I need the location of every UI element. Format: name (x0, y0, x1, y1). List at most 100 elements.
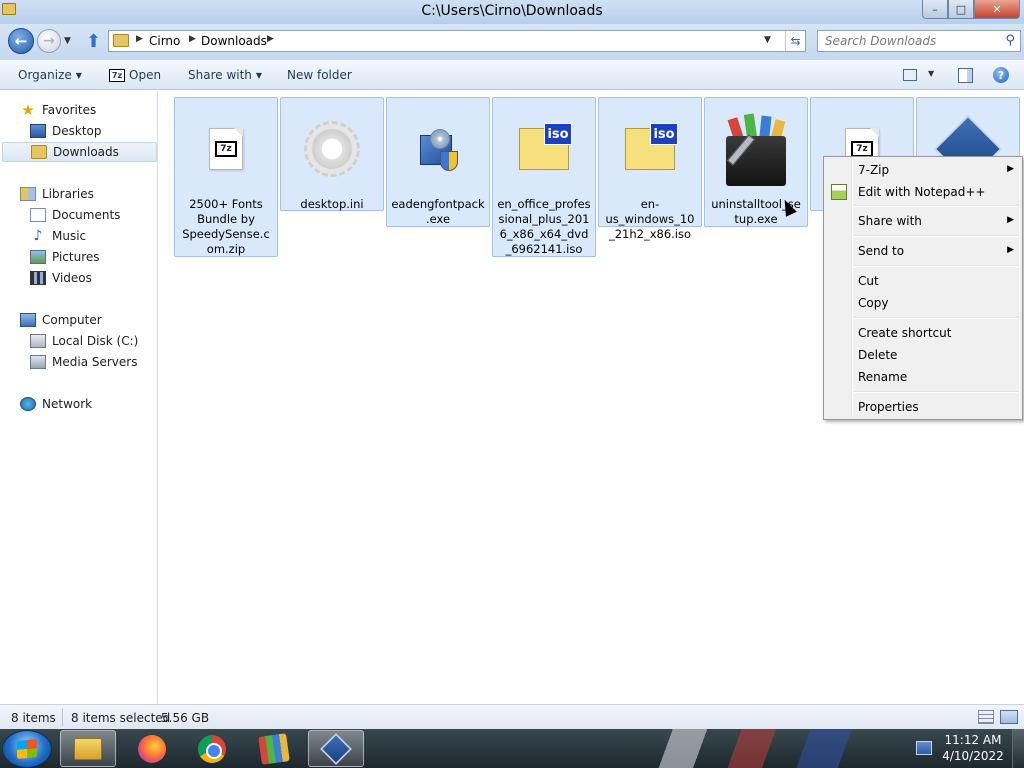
nav-favorites[interactable]: ★ Favorites (20, 100, 96, 120)
submenu-arrow-icon: ▶ (1007, 215, 1014, 225)
nav-label: Libraries (42, 187, 94, 201)
taskbar-firefox[interactable] (124, 730, 180, 767)
help-icon[interactable]: ? (993, 67, 1009, 83)
file-name: en-us_windows_10_21h2_x86.iso (605, 197, 695, 241)
refresh-button[interactable]: ⇆ (785, 31, 805, 51)
nav-computer[interactable]: Computer (20, 310, 102, 330)
navigation-pane: ★ Favorites Desktop Downloads Libraries … (0, 91, 158, 704)
nav-music[interactable]: ♪ Music (30, 226, 87, 246)
menu-item-properties[interactable]: Properties (826, 396, 1020, 418)
arrow-up-icon: ⬆ (86, 31, 102, 52)
nav-downloads[interactable]: Downloads (2, 142, 157, 162)
new-folder-label: New folder (287, 68, 352, 82)
file-name: eadengfontpack.exe (391, 197, 485, 226)
submenu-arrow-icon: ▶ (1007, 245, 1014, 255)
minimize-button[interactable]: – (922, 0, 948, 19)
menu-separator (854, 265, 1018, 267)
menu-item-send-to[interactable]: Send to ▶ (826, 240, 1020, 262)
menu-label: Rename (858, 370, 908, 384)
details-view-icon[interactable] (978, 710, 994, 724)
menu-item-edit-notepad[interactable]: Edit with Notepad++ (826, 181, 1020, 203)
file-item[interactable]: iso en_office_professional_plus_2016_x86… (492, 97, 596, 257)
notepad-plus-plus-icon (831, 184, 847, 200)
forward-button[interactable]: → (37, 29, 61, 53)
nav-label: Network (42, 397, 93, 411)
menu-item-cut[interactable]: Cut (826, 270, 1020, 292)
menu-item-7zip[interactable]: 7-Zip ▶ (826, 159, 1020, 181)
preview-pane-icon[interactable] (958, 68, 973, 83)
nav-label: Favorites (42, 103, 97, 117)
breadcrumb-chevron-icon[interactable]: ▶ (189, 34, 196, 44)
taskbar-chrome[interactable] (184, 730, 240, 767)
up-level-button[interactable]: ⬆ (86, 31, 101, 52)
taskbar-virtualbox[interactable] (308, 730, 364, 767)
network-tray-icon[interactable] (916, 741, 932, 755)
back-button[interactable]: ← (8, 28, 34, 54)
large-icons-view-icon[interactable] (1000, 710, 1018, 724)
file-item[interactable]: iso en-us_windows_10_21h2_x86.iso (598, 97, 702, 241)
menu-separator (854, 391, 1018, 393)
nav-label: Media Servers (52, 355, 138, 369)
breadcrumb-chevron-icon[interactable]: ▶ (136, 34, 143, 44)
nav-desktop[interactable]: Desktop (30, 121, 102, 141)
nav-documents[interactable]: Documents (30, 205, 120, 225)
menu-label: Send to (858, 244, 905, 258)
window-title: C:\Users\Cirno\Downloads (421, 3, 603, 19)
menu-label: Share with (858, 214, 922, 228)
change-view-icon[interactable] (903, 69, 917, 81)
folder-icon (113, 34, 129, 47)
share-with-button[interactable]: Share with ▼ (188, 68, 262, 82)
settings-file-icon (304, 121, 360, 177)
nav-libraries[interactable]: Libraries (20, 184, 94, 204)
menu-item-rename[interactable]: Rename (826, 366, 1020, 388)
file-item[interactable]: 7z 2500+ Fonts Bundle by SpeedySense.com… (174, 97, 278, 257)
show-desktop-button[interactable] (1012, 729, 1024, 768)
open-button[interactable]: 7z Open (109, 68, 161, 82)
maximize-button[interactable]: □ (948, 0, 974, 19)
file-item[interactable]: desktop.ini (280, 97, 384, 211)
file-name: en_office_professional_plus_2016_x86_x64… (497, 197, 591, 256)
menu-separator (854, 205, 1018, 207)
taskbar: 11:12 AM 4/10/2022 (0, 729, 1024, 768)
menu-item-share-with[interactable]: Share with ▶ (826, 210, 1020, 232)
clock-time[interactable]: 11:12 AM (940, 733, 1006, 747)
nav-videos[interactable]: Videos (30, 268, 92, 288)
address-bar[interactable]: ▶ Cirno ▶ Downloads ▶ ▼ ⇆ (108, 30, 806, 52)
nav-label: Local Disk (C:) (52, 334, 139, 348)
breadcrumb-cirno[interactable]: Cirno (149, 34, 180, 48)
nav-label: Videos (52, 271, 92, 285)
menu-item-delete[interactable]: Delete (826, 344, 1020, 366)
nav-network[interactable]: Network (20, 394, 92, 414)
search-box: ⚲ (817, 30, 1021, 52)
menu-item-create-shortcut[interactable]: Create shortcut (826, 322, 1020, 344)
breadcrumb-downloads[interactable]: Downloads (201, 34, 267, 48)
nav-local-disk[interactable]: Local Disk (C:) (30, 331, 138, 351)
search-input[interactable] (818, 31, 998, 51)
chrome-icon (198, 734, 226, 763)
menu-label: 7-Zip (858, 163, 890, 177)
breadcrumb-chevron-icon[interactable]: ▶ (267, 34, 274, 44)
nav-pictures[interactable]: Pictures (30, 247, 100, 267)
nav-label: Pictures (52, 250, 100, 264)
menu-item-copy[interactable]: Copy (826, 292, 1020, 314)
clock-date[interactable]: 4/10/2022 (940, 749, 1006, 763)
chevron-down-icon[interactable]: ▼ (928, 69, 934, 78)
file-item[interactable]: eadengfontpack.exe (386, 97, 490, 227)
arrow-right-icon: → (43, 33, 55, 49)
start-button[interactable] (2, 730, 52, 768)
recent-locations-button[interactable]: ▼ (64, 36, 71, 46)
new-folder-button[interactable]: New folder (287, 68, 352, 82)
close-button[interactable]: ✕ (974, 0, 1020, 19)
taskbar-explorer[interactable] (60, 730, 116, 767)
search-icon[interactable]: ⚲ (1005, 33, 1015, 48)
organize-button[interactable]: Organize ▼ (18, 68, 82, 82)
seven-zip-icon: 7z (109, 68, 125, 82)
taskbar-uninstall-tool[interactable] (246, 730, 302, 767)
nav-label: Documents (52, 208, 121, 222)
desktop-icon (30, 124, 46, 138)
address-history-dropdown[interactable]: ▼ (764, 35, 771, 45)
status-divider (62, 708, 63, 726)
selected-count: 8 items selected (71, 711, 171, 725)
hard-drive-icon (30, 334, 46, 348)
nav-media-servers[interactable]: Media Servers (30, 352, 137, 372)
